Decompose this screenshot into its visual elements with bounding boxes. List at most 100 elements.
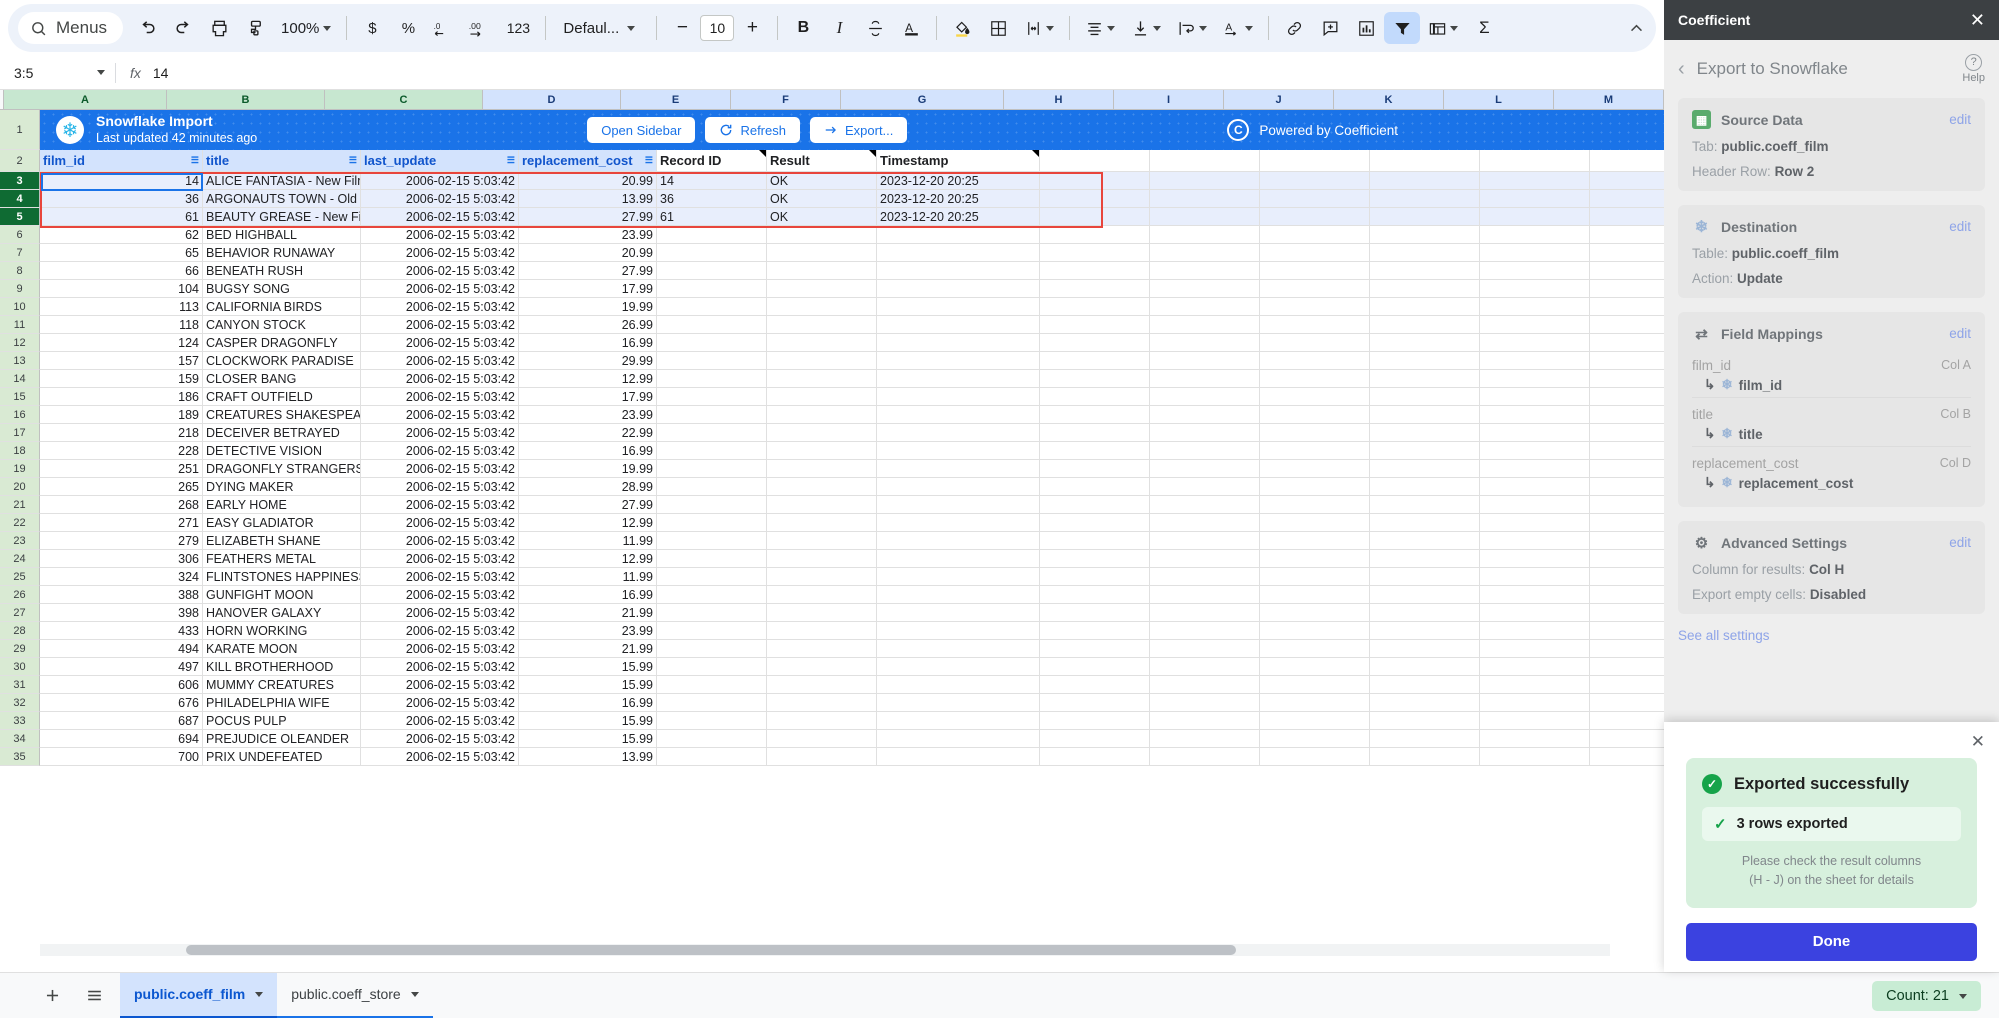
cell[interactable] xyxy=(1370,658,1480,676)
row-header[interactable]: 1 xyxy=(0,110,40,150)
cell[interactable] xyxy=(1370,442,1480,460)
cell[interactable] xyxy=(1040,712,1150,730)
cell[interactable] xyxy=(1150,406,1260,424)
cell[interactable] xyxy=(1040,334,1150,352)
cell[interactable]: 15.99 xyxy=(519,712,657,730)
cell[interactable]: PREJUDICE OLEANDER xyxy=(203,730,361,748)
cell[interactable]: 306 xyxy=(40,550,203,568)
cell[interactable]: 494 xyxy=(40,640,203,658)
cell[interactable] xyxy=(1370,334,1480,352)
cell[interactable] xyxy=(1260,208,1370,226)
cell[interactable] xyxy=(1040,604,1150,622)
cell[interactable]: 15.99 xyxy=(519,676,657,694)
cell[interactable]: 2006-02-15 5:03:42 xyxy=(361,370,519,388)
done-button[interactable]: Done xyxy=(1686,923,1977,961)
cell[interactable] xyxy=(1260,676,1370,694)
cell[interactable]: 2006-02-15 5:03:42 xyxy=(361,712,519,730)
table-row[interactable]: 15186CRAFT OUTFIELD2006-02-15 5:03:4217.… xyxy=(0,388,1664,406)
table-row[interactable]: 13157CLOCKWORK PARADISE2006-02-15 5:03:4… xyxy=(0,352,1664,370)
horizontal-align-button[interactable] xyxy=(1077,12,1123,44)
column-header-l[interactable]: L xyxy=(1444,90,1554,110)
add-sheet-button[interactable] xyxy=(36,980,68,1012)
cell[interactable]: 2006-02-15 5:03:42 xyxy=(361,604,519,622)
cell[interactable]: 15.99 xyxy=(519,730,657,748)
cell[interactable] xyxy=(1150,244,1260,262)
cell[interactable] xyxy=(1590,352,1664,370)
cell[interactable]: 2006-02-15 5:03:42 xyxy=(361,406,519,424)
cell[interactable]: 17.99 xyxy=(519,280,657,298)
cell[interactable]: 2006-02-15 5:03:42 xyxy=(361,460,519,478)
cell[interactable]: 23.99 xyxy=(519,622,657,640)
cell[interactable] xyxy=(657,352,767,370)
cell[interactable] xyxy=(1590,406,1664,424)
table-row[interactable]: 17218DECEIVER BETRAYED2006-02-15 5:03:42… xyxy=(0,424,1664,442)
horizontal-scroll-thumb[interactable] xyxy=(186,945,1236,955)
cell[interactable] xyxy=(1370,622,1480,640)
text-wrapping-button[interactable] xyxy=(1169,12,1215,44)
cell[interactable] xyxy=(1260,622,1370,640)
cell[interactable] xyxy=(1480,190,1590,208)
cell[interactable] xyxy=(1260,460,1370,478)
cell[interactable] xyxy=(1040,262,1150,280)
increase-decimal-button[interactable]: .00 xyxy=(462,12,498,44)
cell[interactable]: CASPER DRAGONFLY xyxy=(203,334,361,352)
see-all-settings-link[interactable]: See all settings xyxy=(1678,628,1985,643)
row-header[interactable]: 18 xyxy=(0,442,40,460)
zoom-selector[interactable]: 100% xyxy=(273,12,339,44)
cell[interactable] xyxy=(1150,352,1260,370)
cell[interactable]: 27.99 xyxy=(519,262,657,280)
cell[interactable]: 2006-02-15 5:03:42 xyxy=(361,244,519,262)
cell[interactable] xyxy=(1150,532,1260,550)
cell[interactable] xyxy=(1260,694,1370,712)
row-header[interactable]: 33 xyxy=(0,712,40,730)
cell[interactable] xyxy=(1260,316,1370,334)
row-header[interactable]: 12 xyxy=(0,334,40,352)
chevron-down-icon[interactable] xyxy=(255,992,263,997)
cell[interactable]: CLOCKWORK PARADISE xyxy=(203,352,361,370)
cell[interactable]: 16.99 xyxy=(519,694,657,712)
column-field-header[interactable] xyxy=(1150,150,1260,172)
cell[interactable] xyxy=(657,676,767,694)
edit-source-data-link[interactable]: edit xyxy=(1949,112,1971,127)
row-header[interactable]: 35 xyxy=(0,748,40,766)
cell[interactable]: 66 xyxy=(40,262,203,280)
cell[interactable]: 27.99 xyxy=(519,208,657,226)
cell[interactable] xyxy=(1370,190,1480,208)
cell[interactable] xyxy=(1590,712,1664,730)
cell[interactable]: 228 xyxy=(40,442,203,460)
cell[interactable]: 2006-02-15 5:03:42 xyxy=(361,442,519,460)
table-row[interactable]: 31606MUMMY CREATURES2006-02-15 5:03:4215… xyxy=(0,676,1664,694)
cell[interactable]: 2006-02-15 5:03:42 xyxy=(361,622,519,640)
cell[interactable] xyxy=(1260,442,1370,460)
cell[interactable] xyxy=(1260,514,1370,532)
cell[interactable] xyxy=(1040,370,1150,388)
italic-button[interactable]: I xyxy=(821,12,857,44)
cell[interactable]: 14 xyxy=(657,172,767,190)
export-button[interactable]: Export... xyxy=(810,117,907,143)
cell[interactable]: 62 xyxy=(40,226,203,244)
cell[interactable]: 20.99 xyxy=(519,244,657,262)
cell[interactable] xyxy=(877,730,1040,748)
cell[interactable] xyxy=(877,298,1040,316)
cell[interactable] xyxy=(1260,712,1370,730)
cell[interactable]: 268 xyxy=(40,496,203,514)
table-row[interactable]: 14159CLOSER BANG2006-02-15 5:03:4212.99 xyxy=(0,370,1664,388)
cell[interactable]: 2006-02-15 5:03:42 xyxy=(361,748,519,766)
cell[interactable] xyxy=(1150,226,1260,244)
cell[interactable] xyxy=(1590,694,1664,712)
table-row[interactable]: 24306FEATHERS METAL2006-02-15 5:03:4212.… xyxy=(0,550,1664,568)
cell[interactable]: 12.99 xyxy=(519,370,657,388)
cell[interactable] xyxy=(1040,496,1150,514)
cell[interactable] xyxy=(1590,604,1664,622)
cell[interactable] xyxy=(1260,640,1370,658)
row-header[interactable]: 9 xyxy=(0,280,40,298)
cell[interactable]: 2006-02-15 5:03:42 xyxy=(361,316,519,334)
row-header[interactable]: 25 xyxy=(0,568,40,586)
cell[interactable] xyxy=(1040,280,1150,298)
cell[interactable]: 2006-02-15 5:03:42 xyxy=(361,640,519,658)
table-row[interactable]: 9104BUGSY SONG2006-02-15 5:03:4217.99 xyxy=(0,280,1664,298)
text-rotation-button[interactable]: A xyxy=(1215,12,1261,44)
cell[interactable] xyxy=(1590,316,1664,334)
cell[interactable]: 27.99 xyxy=(519,496,657,514)
cell[interactable] xyxy=(877,478,1040,496)
